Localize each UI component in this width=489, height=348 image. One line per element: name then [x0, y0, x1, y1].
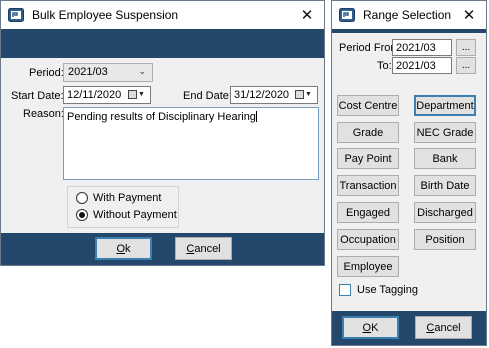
use-tagging-checkbox[interactable]: Use Tagging [339, 284, 418, 296]
use-tagging-label: Use Tagging [357, 284, 418, 296]
without-payment-radio[interactable]: Without Payment [76, 209, 177, 221]
cost-centre-button[interactable]: Cost Centre [337, 95, 399, 116]
bank-button[interactable]: Bank [414, 148, 476, 169]
cancel-label-rest: ancel [194, 242, 221, 255]
with-payment-radio[interactable]: With Payment [76, 192, 161, 204]
period-to-value: 2021/03 [396, 60, 436, 72]
radio-button[interactable] [76, 192, 88, 204]
ok-label-rest: K [371, 321, 379, 334]
period-from-browse-button[interactable]: ... [456, 39, 476, 56]
without-payment-label: Without Payment [93, 209, 177, 221]
discharged-button[interactable]: Discharged [414, 202, 476, 223]
period-label: Period: [29, 67, 64, 79]
pay-point-button[interactable]: Pay Point [337, 148, 399, 169]
calendar-icon[interactable]: ▼ [295, 88, 315, 101]
cancel-button[interactable]: Cancel [175, 237, 232, 260]
birth-date-button[interactable]: Birth Date [414, 175, 476, 196]
period-to-label: To: [377, 60, 392, 72]
reason-label: Reason: [23, 108, 64, 120]
start-date-value: 12/11/2020 [67, 89, 122, 101]
chevron-down-icon: ⌄ [138, 66, 146, 76]
engaged-button[interactable]: Engaged [337, 202, 399, 223]
text-caret [255, 111, 257, 122]
app-icon [8, 8, 24, 22]
calendar-icon[interactable]: ▼ [128, 88, 148, 101]
period-select[interactable]: 2021/03 ⌄ [63, 63, 153, 82]
cancel-label-mnemonic: C [426, 321, 435, 334]
ok-label-mnemonic: O [362, 321, 372, 334]
cancel-button[interactable]: Cancel [415, 316, 472, 339]
employee-button[interactable]: Employee [337, 256, 399, 277]
occupation-button[interactable]: Occupation [337, 229, 399, 250]
checkbox[interactable] [339, 284, 351, 296]
end-date-value: 31/12/2020 [234, 89, 290, 101]
position-button[interactable]: Position [414, 229, 476, 250]
header-band [1, 29, 324, 58]
radio-button-selected[interactable] [76, 209, 88, 221]
grade-button[interactable]: Grade [337, 122, 399, 143]
with-payment-label: With Payment [93, 192, 162, 204]
period-to-field[interactable]: 2021/03 [392, 57, 452, 74]
bulk-suspension-window: Bulk Employee Suspension ✕ Period: 2021/… [0, 0, 325, 266]
range-title: Range Selection [363, 8, 452, 22]
ok-button[interactable]: OK [342, 316, 399, 339]
ok-label-rest: k [125, 242, 131, 255]
period-to-browse-button[interactable]: ... [456, 57, 476, 74]
cancel-label-rest: ancel [434, 321, 461, 334]
range-titlebar: Range Selection ✕ [332, 1, 486, 29]
reason-text: Pending results of Disciplinary Hearing [67, 111, 256, 123]
nec-grade-button[interactable]: NEC Grade [414, 122, 476, 143]
reason-textarea[interactable]: Pending results of Disciplinary Hearing [63, 107, 319, 180]
close-icon[interactable]: ✕ [452, 1, 486, 29]
start-date-label: Start Date: [11, 90, 64, 102]
end-date-label: End Date: [183, 90, 232, 102]
ok-label-mnemonic: O [116, 242, 126, 255]
transaction-button[interactable]: Transaction [337, 175, 399, 196]
ok-button[interactable]: Ok [95, 237, 152, 260]
start-date-field[interactable]: 12/11/2020 ▼ [63, 86, 151, 104]
suspension-titlebar: Bulk Employee Suspension ✕ [1, 1, 324, 29]
department-button[interactable]: Department [414, 95, 476, 116]
app-icon [339, 8, 355, 22]
end-date-field[interactable]: 31/12/2020 ▼ [230, 86, 318, 104]
period-value: 2021/03 [68, 66, 108, 78]
suspension-title: Bulk Employee Suspension [32, 8, 179, 22]
range-selection-window: Range Selection ✕ Period From: 2021/03 .… [331, 0, 487, 346]
close-icon[interactable]: ✕ [290, 1, 324, 29]
cancel-label-mnemonic: C [186, 242, 195, 255]
footer-band [1, 233, 324, 265]
header-band [332, 29, 486, 33]
period-from-value: 2021/03 [396, 42, 436, 54]
period-from-field[interactable]: 2021/03 [392, 39, 452, 56]
